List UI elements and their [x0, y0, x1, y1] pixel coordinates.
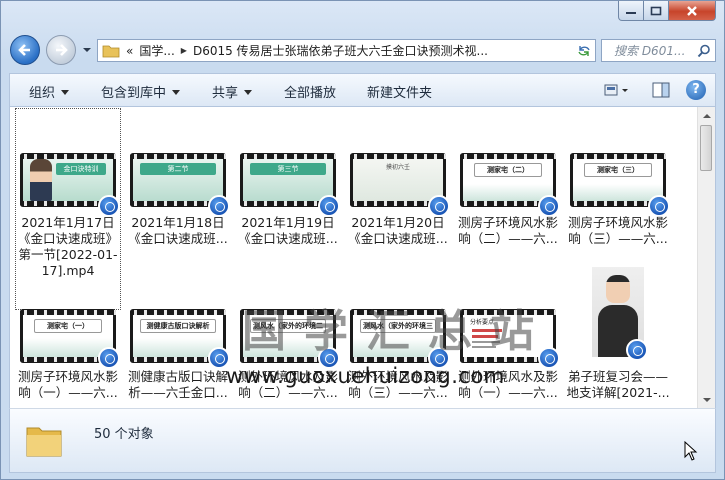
include-in-library-menu[interactable]: 包含到库中 — [101, 82, 181, 101]
address-overflow[interactable]: « — [126, 44, 133, 58]
media-badge-icon — [626, 339, 648, 361]
file-name: 2021年1月18日《金口诀速成班... — [128, 215, 228, 246]
watermark-text: 国学汇总站 — [242, 306, 552, 357]
maximize-button[interactable] — [643, 1, 669, 21]
history-dropdown-icon[interactable] — [82, 45, 92, 55]
folder-icon — [102, 45, 120, 57]
address-segment-root[interactable]: 国学... — [139, 42, 174, 59]
minimize-icon — [626, 11, 636, 14]
maximize-icon — [650, 6, 662, 15]
file-name: 测房子环境风水影响（二）——六... — [457, 215, 558, 246]
refresh-button[interactable] — [573, 39, 596, 62]
file-list[interactable]: 金口诀特训 2021年1月17日《金口诀速成班》第一节[2022-01-17].… — [9, 107, 716, 408]
media-badge-icon — [428, 195, 450, 217]
scroll-down-button[interactable] — [698, 391, 715, 408]
search-box[interactable]: 搜索 D601... — [601, 39, 716, 62]
close-button[interactable] — [668, 1, 716, 21]
minimize-button[interactable] — [618, 1, 644, 21]
help-button[interactable]: ? — [686, 80, 706, 100]
file-name: 测健康古版口诀解析——六壬金口... — [127, 369, 228, 400]
file-item[interactable]: 测家宅（三） 测房子环境风水影响（三）——六... — [566, 109, 670, 259]
back-button[interactable] — [10, 35, 40, 65]
caret-down-icon — [172, 90, 181, 95]
media-badge-icon — [208, 195, 230, 217]
scroll-up-button[interactable] — [698, 107, 715, 124]
organize-menu[interactable]: 组织 — [29, 82, 70, 101]
search-placeholder: 搜索 D601... — [614, 44, 686, 58]
file-item[interactable]: 第二节 2021年1月18日《金口诀速成班... — [126, 109, 230, 259]
mouse-cursor-icon — [684, 441, 698, 461]
file-name: 测房子环境风水影响（三）——六... — [567, 215, 668, 246]
file-name: 弟子班复习会——地支详解[2021-... — [566, 369, 670, 400]
media-badge-icon — [98, 195, 120, 217]
breadcrumb-arrow-icon[interactable]: ▶ — [181, 46, 187, 55]
arrow-up-icon — [702, 113, 711, 118]
arrow-right-icon — [56, 44, 68, 56]
file-item[interactable]: 测家宅（二） 测房子环境风水影响（二）——六... — [456, 109, 560, 259]
arrow-left-icon — [18, 44, 30, 56]
vertical-scrollbar[interactable] — [697, 107, 715, 408]
file-item[interactable]: 测健康古版口诀解析 测健康古版口诀解析——六壬金口... — [126, 303, 230, 407]
file-name: 2021年1月20日《金口诀速成班... — [348, 215, 448, 246]
media-badge-icon — [538, 195, 560, 217]
explorer-window: « 国学... ▶ D6015 传易居士张瑞依弟子班大六壬金口诀预测术视... … — [0, 0, 725, 480]
share-menu[interactable]: 共享 — [212, 82, 253, 101]
arrow-down-icon — [702, 397, 711, 402]
address-bar[interactable]: « 国学... ▶ D6015 传易居士张瑞依弟子班大六壬金口诀预测术视... — [97, 39, 596, 62]
details-pane: 50 个对象 — [9, 408, 716, 473]
file-name: 2021年1月17日《金口诀速成班》第一节[2022-01-17].mp4 — [17, 215, 118, 278]
forward-button[interactable] — [46, 35, 76, 65]
folder-icon — [26, 427, 62, 457]
media-badge-icon — [318, 195, 340, 217]
preview-pane-icon[interactable] — [652, 81, 670, 99]
close-icon — [687, 5, 697, 16]
refresh-icon — [578, 45, 590, 56]
media-badge-icon — [648, 195, 670, 217]
file-item[interactable]: 摸初六壬 2021年1月20日《金口诀速成班... — [346, 109, 450, 259]
scrollbar-thumb[interactable] — [700, 125, 712, 171]
caret-down-icon — [61, 90, 70, 95]
watermark-url: www.guoxuehuizong.com — [226, 364, 505, 388]
file-item[interactable]: 第三节 2021年1月19日《金口诀速成班... — [236, 109, 340, 259]
caret-down-icon — [244, 90, 253, 95]
search-icon[interactable] — [697, 44, 711, 58]
file-item[interactable]: 测家宅（一） 测房子环境风水影响（一）——六... — [16, 303, 120, 407]
file-item[interactable]: 弟子班复习会——地支详解[2021-... — [566, 267, 670, 407]
file-item[interactable]: 金口诀特训 2021年1月17日《金口诀速成班》第一节[2022-01-17].… — [15, 108, 121, 310]
address-segment-current[interactable]: D6015 传易居士张瑞依弟子班大六壬金口诀预测术视... — [193, 42, 488, 59]
media-badge-icon — [98, 347, 120, 369]
play-all-button[interactable]: 全部播放 — [284, 82, 336, 101]
file-name: 测房子环境风水影响（一）——六... — [17, 369, 118, 400]
command-bar: 组织 包含到库中 共享 全部播放 新建文件夹 ? — [9, 73, 716, 107]
new-folder-button[interactable]: 新建文件夹 — [367, 82, 432, 101]
view-options-icon[interactable] — [604, 82, 630, 100]
file-name: 2021年1月19日《金口诀速成班... — [238, 215, 338, 246]
item-count: 50 个对象 — [94, 427, 154, 442]
